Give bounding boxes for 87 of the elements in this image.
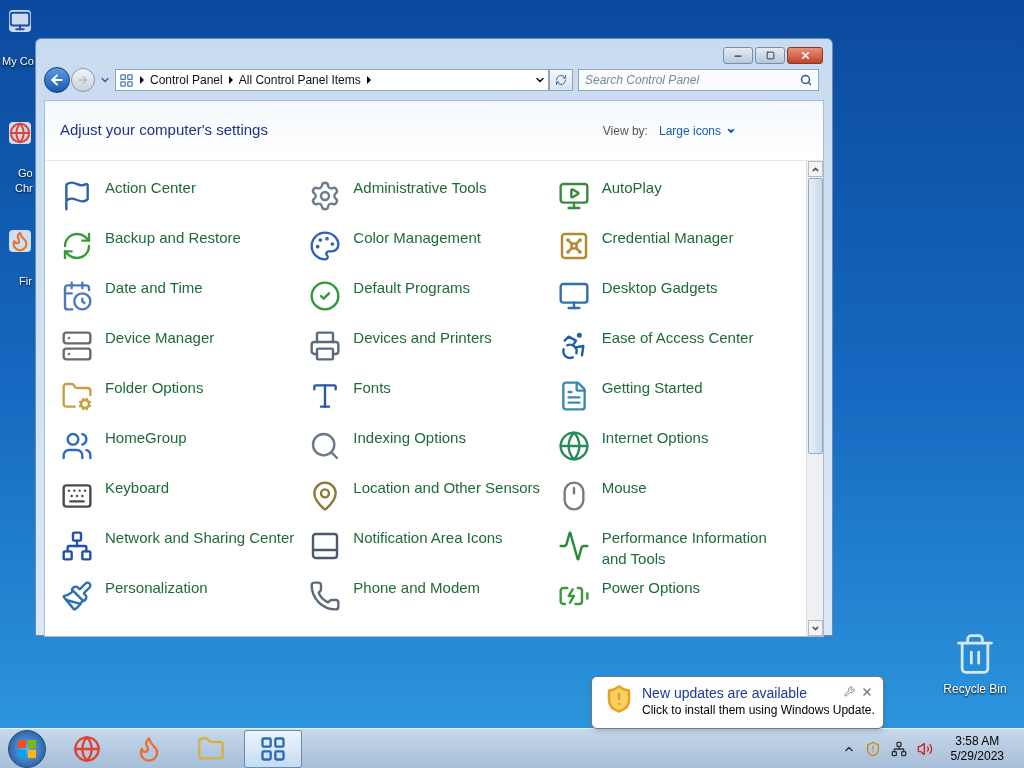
close-icon[interactable]: [861, 686, 873, 698]
network-icon[interactable]: [890, 740, 907, 757]
scrollbar[interactable]: [806, 161, 823, 636]
clock-time[interactable]: 3:58 AM: [955, 733, 1000, 749]
control-panel-link[interactable]: Mouse: [601, 477, 792, 498]
breadcrumb[interactable]: Control Panel: [150, 71, 223, 89]
breadcrumb-arrow-icon[interactable]: [366, 76, 371, 84]
arrows-icon[interactable]: [61, 230, 93, 262]
folder-icon: [197, 734, 225, 763]
people-icon[interactable]: [61, 430, 93, 462]
close-button[interactable]: [787, 47, 823, 64]
scrollbar-thumb[interactable]: [807, 178, 823, 454]
control-panel-link[interactable]: Internet Options: [601, 427, 792, 448]
browser-icon[interactable]: [9, 122, 31, 144]
control-panel-link[interactable]: Color Management: [353, 227, 544, 248]
search-field[interactable]: Search Control Panel: [578, 69, 819, 91]
activity-icon[interactable]: [557, 530, 590, 562]
desktop-icon-label: Chr: [15, 181, 33, 196]
calendar-icon[interactable]: [61, 280, 93, 312]
control-panel-link[interactable]: Personalization: [105, 577, 295, 598]
notification-balloon[interactable]: New updates are available Click to install them using Windows Update.: [591, 676, 884, 729]
control-panel-link[interactable]: Folder Options: [105, 377, 295, 398]
network-icon[interactable]: [61, 530, 93, 562]
computer-icon[interactable]: [9, 10, 31, 32]
panel-icon: [259, 734, 287, 763]
notification-title: New updates are available: [642, 684, 807, 702]
control-panel-link[interactable]: Credential Manager: [601, 227, 792, 248]
breadcrumb-arrow-icon[interactable]: [228, 76, 233, 84]
control-panel-link[interactable]: Notification Area Icons: [353, 527, 544, 548]
maximize-button[interactable]: [755, 47, 785, 64]
clock-date[interactable]: 5/29/2023: [950, 748, 1004, 764]
breadcrumb[interactable]: All Control Panel Items: [238, 71, 361, 89]
control-panel-link[interactable]: Power Options: [601, 577, 792, 598]
notification-message: Click to install them using Windows Update.: [642, 702, 875, 718]
breadcrumb-arrow-icon[interactable]: [140, 76, 144, 84]
monitor-play-icon[interactable]: [557, 180, 590, 212]
phone-icon[interactable]: [309, 580, 342, 612]
printer-icon[interactable]: [309, 330, 342, 362]
control-panel-link[interactable]: Backup and Restore: [105, 227, 295, 248]
browser-icon: [73, 734, 101, 763]
control-panel-link[interactable]: Default Programs: [353, 277, 544, 298]
address-bar[interactable]: Control Panel All Control Panel Items: [115, 69, 549, 91]
desktop-icon-label: Recycle Bin: [943, 681, 1007, 698]
flame-icon[interactable]: [9, 230, 31, 252]
control-panel-link[interactable]: Network and Sharing Center: [105, 527, 295, 548]
back-button[interactable]: [44, 67, 70, 93]
control-panel-link[interactable]: Ease of Access Center: [601, 327, 792, 348]
control-panel-link[interactable]: Device Manager: [105, 327, 295, 348]
control-panel-link[interactable]: Keyboard: [105, 477, 295, 498]
globe-icon[interactable]: [557, 430, 590, 462]
control-panel-link[interactable]: Administrative Tools: [353, 177, 544, 198]
control-panel-link[interactable]: Fonts: [353, 377, 544, 398]
server-icon[interactable]: [61, 330, 93, 362]
monitor-icon[interactable]: [557, 280, 590, 312]
desktop-icon-label: Fir: [19, 274, 32, 289]
maximize-icon: [765, 51, 775, 60]
desktop-icon-label: My Co: [2, 54, 34, 69]
forward-arrow-icon: [77, 74, 89, 86]
control-panel-link[interactable]: Devices and Printers: [353, 327, 544, 348]
control-panel-link[interactable]: Desktop Gadgets: [601, 277, 792, 298]
taskbar-button[interactable]: [244, 729, 302, 768]
paintbrush-icon[interactable]: [61, 580, 93, 612]
refresh-icon: [555, 74, 567, 86]
palette-icon[interactable]: [309, 230, 342, 262]
folder-icon[interactable]: [61, 380, 93, 412]
page-heading: Adjust your computer's settings: [60, 120, 268, 141]
control-panel-link[interactable]: Indexing Options: [353, 427, 544, 448]
start-button[interactable]: [8, 729, 46, 768]
control-panel-link[interactable]: Phone and Modem: [353, 577, 544, 598]
view-by-dropdown[interactable]: Large icons: [658, 121, 736, 140]
control-panel-icon: [119, 72, 134, 88]
refresh-button[interactable]: [549, 69, 573, 91]
close-icon: [799, 50, 811, 61]
search-icon: [800, 74, 812, 86]
control-panel-link[interactable]: Date and Time: [105, 277, 295, 298]
check-circle-icon[interactable]: [309, 280, 342, 312]
desktop-icon-label: Go: [18, 166, 33, 181]
control-panel-link[interactable]: HomeGroup: [105, 427, 295, 448]
control-panel-link[interactable]: AutoPlay: [601, 177, 792, 198]
minimize-button[interactable]: [723, 47, 753, 64]
control-panel-link[interactable]: Performance Information and Tools: [601, 527, 792, 569]
control-panel-link[interactable]: Getting Started: [601, 377, 792, 398]
wrench-icon[interactable]: [844, 686, 855, 697]
control-panel-link[interactable]: Location and Other Sensors: [353, 477, 544, 498]
windows-logo-icon: [18, 739, 36, 758]
view-by-label: View by:: [602, 122, 648, 140]
control-panel-link[interactable]: Action Center: [105, 177, 295, 198]
